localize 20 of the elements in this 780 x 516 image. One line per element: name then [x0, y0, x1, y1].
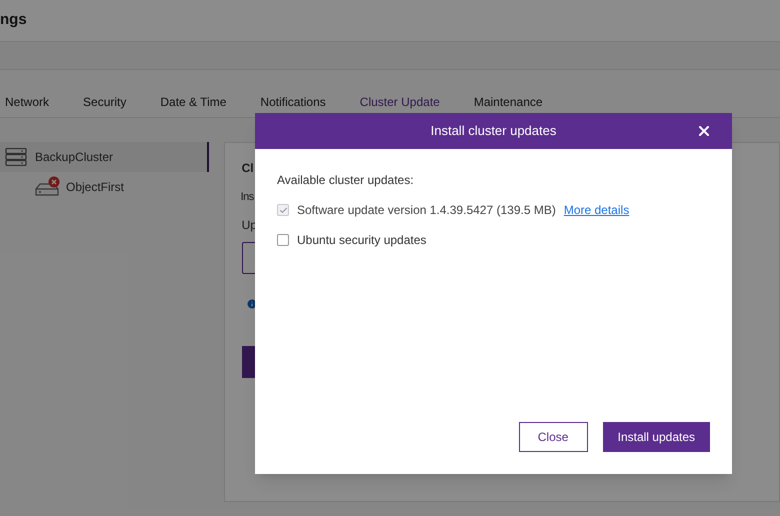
update-label: Software update version 1.4.39.5427 (139.5 MB) — [297, 202, 556, 219]
panel-heading: Cl — [242, 160, 255, 177]
update-label: Ubuntu security updates — [297, 232, 426, 249]
close-button[interactable]: Close — [518, 422, 588, 452]
tree-item[interactable]: BackupCluster — [0, 142, 209, 172]
close-icon[interactable] — [696, 123, 712, 139]
page-title: ngs — [0, 10, 27, 30]
panel-text: Ins — [240, 190, 255, 205]
tab[interactable]: Security — [78, 93, 132, 117]
checkbox[interactable] — [277, 234, 289, 246]
tab[interactable]: Maintenance — [468, 93, 548, 117]
tab[interactable]: Date & Time — [155, 93, 232, 117]
intro-text: Available cluster updates: — [277, 172, 415, 189]
tree-item[interactable]: ObjectFirst — [0, 172, 209, 202]
checkmark-icon — [278, 206, 288, 214]
dialog-title: Install cluster updates — [430, 122, 556, 140]
install-updates-button[interactable]: Install updates — [602, 422, 710, 452]
server-stack-icon — [5, 148, 27, 166]
tab[interactable]: Notifications — [255, 93, 331, 117]
tab[interactable]: Network — [0, 93, 54, 117]
